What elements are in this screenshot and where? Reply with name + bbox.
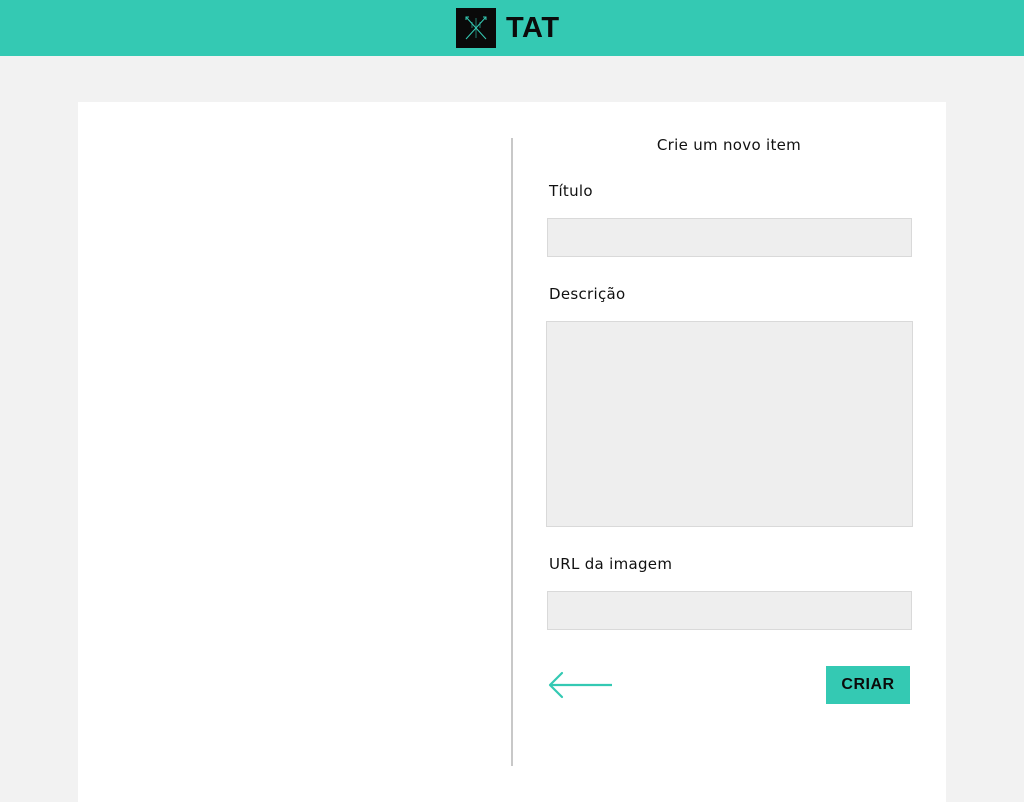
form-title: Crie um novo item bbox=[656, 136, 802, 154]
arrow-left-icon bbox=[548, 671, 612, 699]
create-item-card: Crie um novo item Título Descrição URL d… bbox=[78, 102, 946, 802]
logo-icon[interactable] bbox=[456, 8, 496, 48]
create-button[interactable]: CRIAR bbox=[826, 666, 910, 704]
title-input[interactable] bbox=[547, 218, 912, 257]
back-button[interactable] bbox=[546, 670, 614, 700]
top-bar: TAT bbox=[0, 0, 1024, 56]
title-label: Título bbox=[549, 182, 593, 200]
vertical-divider bbox=[511, 138, 513, 766]
image-url-label: URL da imagem bbox=[549, 555, 673, 573]
description-label: Descrição bbox=[549, 285, 626, 303]
brand-name[interactable]: TAT bbox=[506, 10, 560, 46]
description-textarea[interactable] bbox=[546, 321, 913, 527]
crossed-arrows-logo-icon bbox=[465, 16, 487, 40]
image-url-input[interactable] bbox=[547, 591, 912, 630]
